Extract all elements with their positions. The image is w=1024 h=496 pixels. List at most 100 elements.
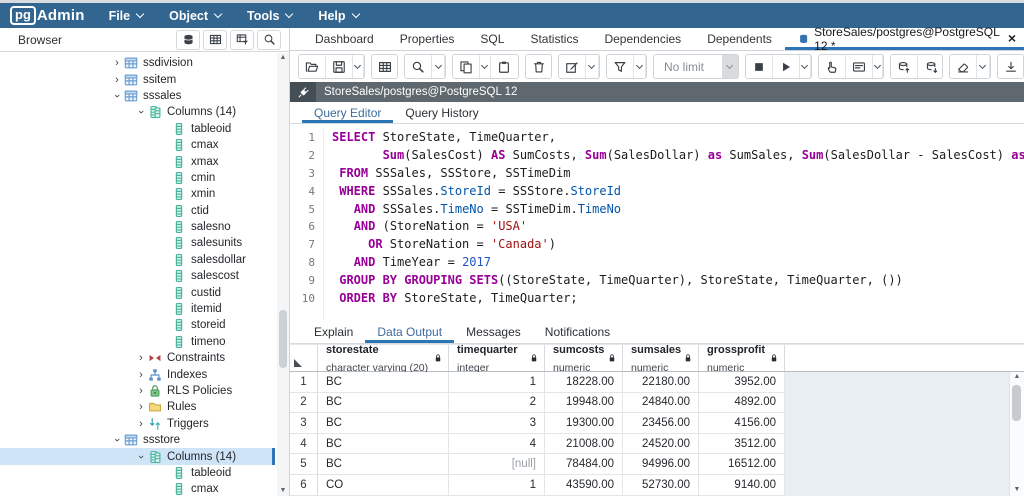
expand-icon[interactable]: › [110, 58, 124, 68]
results-scrollbar[interactable]: ▲ ▼ [1009, 372, 1024, 496]
tree-item-custid[interactable]: custid [0, 284, 275, 300]
collapse-icon[interactable]: › [112, 433, 122, 447]
edit-options-button-dropdown[interactable] [586, 55, 598, 78]
row-number[interactable]: 2 [290, 393, 318, 413]
tree-item-constraints[interactable]: ›Constraints [0, 350, 275, 366]
tree-item-rls-policies[interactable]: ›RLS Policies [0, 383, 275, 399]
cell-timequarter[interactable]: 1 [449, 475, 545, 495]
tab-properties[interactable]: Properties [387, 28, 468, 50]
scroll-down-icon[interactable]: ▼ [280, 486, 287, 496]
scroll-up-icon[interactable]: ▲ [1014, 372, 1021, 382]
select-all-corner[interactable] [290, 345, 318, 371]
row-number[interactable]: 3 [290, 413, 318, 433]
row-number[interactable]: 5 [290, 454, 318, 474]
filter-button-dropdown[interactable] [634, 55, 646, 78]
cell-sumcosts[interactable]: 19948.00 [545, 393, 623, 413]
tree-item-salesno[interactable]: salesno [0, 219, 275, 235]
expand-icon[interactable]: › [134, 386, 148, 396]
clear-button-dropdown[interactable] [977, 55, 989, 78]
tree-item-indexes[interactable]: ›Indexes [0, 366, 275, 382]
collapse-icon[interactable]: › [136, 105, 146, 119]
copy-button[interactable] [453, 55, 480, 78]
cell-sumsales[interactable]: 23456.00 [623, 413, 699, 433]
tab-query-history[interactable]: Query History [393, 102, 490, 123]
explain-analyze-button-dropdown[interactable] [873, 55, 884, 78]
row-limit-select[interactable]: No limit [653, 54, 739, 79]
delete-button[interactable] [526, 55, 552, 78]
tab-dependencies[interactable]: Dependencies [591, 28, 694, 50]
tab-dependents[interactable]: Dependents [694, 28, 785, 50]
menu-object[interactable]: Object [169, 9, 221, 23]
cell-grossprofit[interactable]: 4892.00 [699, 393, 785, 413]
tree-scrollbar-thumb[interactable] [279, 310, 287, 368]
results-scrollbar-thumb[interactable] [1012, 385, 1021, 421]
menu-file[interactable]: File [109, 9, 144, 23]
execute-query-button[interactable] [773, 55, 800, 78]
column-header-storestate[interactable]: storestatecharacter varying (20) [318, 345, 449, 371]
tree-item-tableoid[interactable]: tableoid [0, 465, 275, 481]
cell-grossprofit[interactable]: 3512.00 [699, 434, 785, 454]
cell-sumcosts[interactable]: 78484.00 [545, 454, 623, 474]
cell-storestate[interactable]: BC [318, 454, 449, 474]
expand-icon[interactable]: › [134, 370, 148, 380]
rollback-button[interactable] [918, 55, 943, 78]
tab-query-tool-active[interactable]: StoreSales/postgres@PostgreSQL 12 * [785, 28, 1024, 50]
tree-item-salesdollar[interactable]: salesdollar [0, 252, 275, 268]
tree-item-sssales[interactable]: ›sssales [0, 88, 275, 104]
pgadmin-logo[interactable]: pg Admin [10, 6, 85, 25]
save-file-button[interactable] [326, 55, 353, 78]
tree-item-cmin[interactable]: cmin [0, 170, 275, 186]
cell-grossprofit[interactable]: 3952.00 [699, 372, 785, 392]
tab-query-editor[interactable]: Query Editor [302, 102, 393, 123]
paste-button[interactable] [491, 55, 518, 78]
tree-item-columns-14-[interactable]: ›Columns (14) [0, 104, 275, 120]
tree-item-cmax[interactable]: cmax [0, 481, 275, 496]
tree-item-ssdivision[interactable]: ›ssdivision [0, 55, 275, 71]
tree-item-salescost[interactable]: salescost [0, 268, 275, 284]
row-number[interactable]: 1 [290, 372, 318, 392]
tree-item-tableoid[interactable]: tableoid [0, 121, 275, 137]
tree-item-triggers[interactable]: ›Triggers [0, 416, 275, 432]
cell-sumsales[interactable]: 52730.00 [623, 475, 699, 495]
column-header-sumcosts[interactable]: sumcostsnumeric [545, 345, 623, 371]
cell-storestate[interactable]: CO [318, 475, 449, 495]
cancel-query-button[interactable] [746, 55, 773, 78]
cell-grossprofit[interactable]: 16512.00 [699, 454, 785, 474]
column-header-sumsales[interactable]: sumsalesnumeric [623, 345, 699, 371]
tree-item-ssstore[interactable]: ›ssstore [0, 432, 275, 448]
cell-storestate[interactable]: BC [318, 372, 449, 392]
tab-statistics[interactable]: Statistics [517, 28, 591, 50]
cell-sumcosts[interactable]: 21008.00 [545, 434, 623, 454]
tree-item-timeno[interactable]: timeno [0, 334, 275, 350]
expand-icon[interactable]: › [134, 353, 148, 363]
cell-storestate[interactable]: BC [318, 434, 449, 454]
explain-analyze-button[interactable] [846, 55, 873, 78]
cell-timequarter[interactable]: [null] [449, 454, 545, 474]
filter-button[interactable] [607, 55, 634, 78]
cell-sumsales[interactable]: 22180.00 [623, 372, 699, 392]
column-header-timequarter[interactable]: timequarterinteger [449, 345, 545, 371]
cell-grossprofit[interactable]: 9140.00 [699, 475, 785, 495]
tree-item-ssitem[interactable]: ›ssitem [0, 71, 275, 87]
cell-sumcosts[interactable]: 19300.00 [545, 413, 623, 433]
tree-item-storeid[interactable]: storeid [0, 317, 275, 333]
menu-tools[interactable]: Tools [247, 9, 292, 23]
search-objects-button[interactable] [257, 30, 281, 50]
expand-icon[interactable]: › [110, 75, 124, 85]
edit-options-button[interactable] [559, 55, 586, 78]
tree-item-itemid[interactable]: itemid [0, 301, 275, 317]
explain-button[interactable] [819, 55, 846, 78]
row-number[interactable]: 6 [290, 475, 318, 495]
tree-item-rules[interactable]: ›Rules [0, 399, 275, 415]
servers-button[interactable] [176, 30, 200, 50]
menu-help[interactable]: Help [318, 9, 358, 23]
expand-icon[interactable]: › [134, 402, 148, 412]
tree-scrollbar[interactable]: ▲ ▼ [277, 53, 289, 496]
scroll-down-icon[interactable]: ▼ [1014, 485, 1021, 495]
tree-item-columns-14-[interactable]: ›Columns (14) [0, 448, 275, 464]
column-header-grossprofit[interactable]: grossprofitnumeric [699, 345, 785, 371]
commit-button[interactable] [891, 55, 918, 78]
cell-grossprofit[interactable]: 4156.00 [699, 413, 785, 433]
cell-timequarter[interactable]: 3 [449, 413, 545, 433]
expand-icon[interactable]: › [134, 419, 148, 429]
